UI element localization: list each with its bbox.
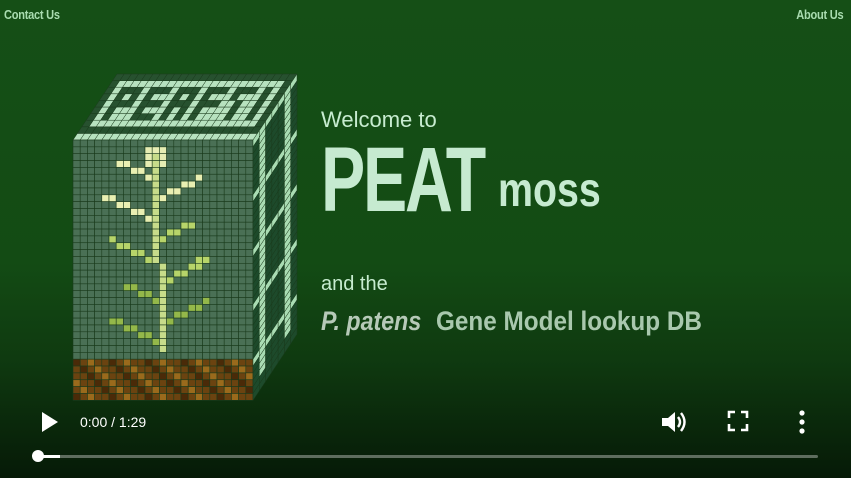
progress-thumb[interactable] bbox=[32, 450, 44, 462]
and-the-text: and the bbox=[321, 273, 388, 295]
video-player[interactable]: Contact Us About Us Welcome to PEAT moss… bbox=[0, 0, 851, 478]
time-display: 0:00 / 1:29 bbox=[80, 414, 147, 430]
fullscreen-button[interactable] bbox=[727, 410, 749, 432]
brand-peat: PEAT bbox=[321, 129, 486, 231]
more-options-button[interactable] bbox=[792, 409, 812, 435]
cube-front-face bbox=[72, 139, 254, 401]
species-name: P. patens bbox=[321, 306, 422, 336]
player-controls bbox=[0, 388, 851, 478]
brand-moss: moss bbox=[498, 164, 601, 217]
progress-track[interactable] bbox=[38, 455, 818, 458]
fullscreen-icon bbox=[727, 410, 749, 432]
subtitle-rest: Gene Model lookup DB bbox=[436, 306, 702, 336]
more-vertical-icon bbox=[799, 410, 805, 434]
volume-button[interactable] bbox=[659, 408, 689, 436]
brand-title: PEAT moss bbox=[321, 129, 601, 231]
play-button[interactable] bbox=[36, 409, 62, 435]
subtitle: P. patens Gene Model lookup DB bbox=[321, 306, 702, 337]
play-icon bbox=[42, 412, 58, 432]
volume-icon bbox=[662, 412, 686, 432]
